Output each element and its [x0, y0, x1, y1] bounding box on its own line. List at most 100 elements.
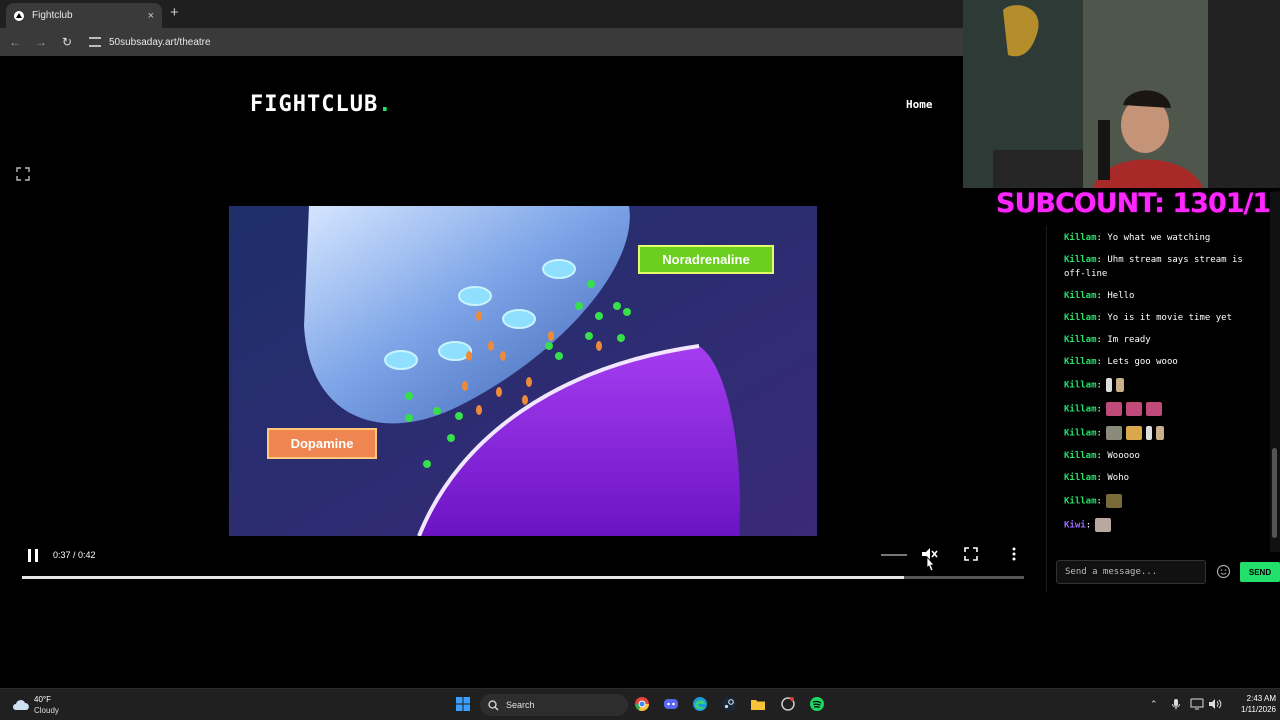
chat-message: Killam: — [1064, 378, 1124, 393]
clock-date[interactable]: 1/11/2026 — [1220, 705, 1276, 714]
chat-text: Yo is it movie time yet — [1107, 313, 1232, 323]
reload-icon[interactable]: ↻ — [56, 35, 78, 49]
site-favicon-icon — [14, 10, 24, 21]
chat-message: Killam: Woho — [1064, 473, 1130, 483]
label-dopamine: Dopamine — [267, 428, 377, 459]
chat-text: Lets goo wooo — [1107, 357, 1178, 367]
chat-divider — [1046, 226, 1047, 592]
chat-username[interactable]: Killam — [1064, 497, 1097, 507]
more-options-icon[interactable] — [1009, 546, 1019, 562]
emote-icon — [1115, 378, 1124, 392]
chat-username[interactable]: Killam — [1064, 451, 1097, 461]
chat-message: Killam: — [1064, 494, 1122, 509]
webcam-feed — [963, 0, 1280, 188]
send-button[interactable]: SEND — [1240, 562, 1280, 582]
back-arrow-icon[interactable]: ← — [4, 35, 26, 49]
emote-icon — [1125, 402, 1142, 416]
volume-slider[interactable] — [881, 554, 907, 556]
chat-username[interactable]: Killam — [1064, 357, 1097, 367]
weather-description[interactable]: Cloudy — [34, 706, 59, 715]
chat-text: Hello — [1107, 291, 1135, 301]
screen: Fightclub × + ← → ↻ 50subsaday.art/theat… — [0, 0, 1280, 720]
webcam-image — [963, 0, 1280, 188]
emote-icon — [1145, 402, 1162, 416]
chat-message: Killam: Yo what we watching — [1064, 233, 1211, 243]
chat-panel: Killam: Yo what we watching Killam: Uhm … — [1048, 227, 1270, 549]
chat-message-input[interactable]: Send a message... — [1056, 560, 1206, 584]
clock-time[interactable]: 2:43 AM — [1232, 694, 1276, 703]
chat-message: Killam: Lets goo wooo — [1064, 357, 1178, 367]
chat-message: Killam: Uhm stream says stream is off-li… — [1064, 255, 1243, 279]
chat-username[interactable]: Killam — [1064, 255, 1097, 265]
chat-username[interactable]: Killam — [1064, 405, 1097, 415]
tray-chevron-up-icon[interactable]: ⌃ — [1150, 699, 1158, 710]
video-progress-bar[interactable] — [22, 576, 1024, 579]
chat-message: Killam: — [1064, 402, 1162, 417]
chat-username[interactable]: Killam — [1064, 335, 1097, 345]
subcount-overlay: SUBCOUNT: 1301/1350 — [996, 188, 1280, 219]
site-logo[interactable]: FIGHTCLUB. — [250, 92, 392, 117]
fullscreen-icon[interactable] — [964, 547, 978, 561]
chat-message: Killam: — [1064, 426, 1164, 441]
logo-dot: . — [378, 92, 393, 117]
label-noradrenaline: Noradrenaline — [638, 245, 774, 274]
emote-icon — [1095, 518, 1112, 532]
pause-icon[interactable] — [27, 549, 39, 562]
discord-icon[interactable] — [663, 696, 679, 712]
search-label: Search — [506, 700, 535, 710]
taskbar: 40°F Cloudy Search ⌃ 2:43 AM 1/11/2026 — [0, 688, 1280, 720]
chat-username[interactable]: Killam — [1064, 313, 1097, 323]
chat-message: Killam: Im ready — [1064, 335, 1151, 345]
chat-scrollbar[interactable] — [1270, 192, 1280, 552]
emote-icon — [1145, 426, 1152, 440]
windows-start-icon[interactable] — [455, 696, 471, 712]
time-display: 0:37 / 0:42 — [53, 550, 96, 560]
tab-close-icon[interactable]: × — [148, 10, 154, 22]
steam-icon[interactable] — [721, 696, 737, 712]
tab-title: Fightclub — [32, 10, 73, 21]
chrome-icon[interactable] — [634, 696, 650, 712]
microphone-icon[interactable] — [1170, 698, 1182, 710]
chat-username[interactable]: Killam — [1064, 473, 1097, 483]
url-text: 50subsaday.art/theatre — [109, 36, 211, 48]
emote-icon — [1105, 494, 1122, 508]
emote-icon — [1105, 378, 1112, 392]
nav-home-link[interactable]: Home — [906, 98, 933, 111]
chat-username[interactable]: Kiwi — [1064, 521, 1086, 531]
chat-username[interactable]: Killam — [1064, 291, 1097, 301]
chat-username[interactable]: Killam — [1064, 381, 1097, 391]
emote-icon — [1105, 402, 1122, 416]
search-icon — [488, 699, 499, 710]
emoji-icon[interactable] — [1216, 564, 1231, 579]
emote-icon — [1105, 426, 1122, 440]
spotify-icon[interactable] — [809, 696, 825, 712]
chat-text: Yo what we watching — [1107, 233, 1211, 243]
logo-text: FIGHTCLUB — [250, 92, 379, 117]
chat-message: Killam: Yo is it movie time yet — [1064, 313, 1232, 323]
chat-username[interactable]: Killam — [1064, 429, 1097, 439]
video-progress-fill — [22, 576, 904, 579]
weather-temperature[interactable]: 40°F — [34, 695, 51, 704]
forward-arrow-icon[interactable]: → — [30, 35, 52, 49]
chat-text: Woho — [1107, 473, 1130, 483]
emote-icon — [1125, 426, 1142, 440]
expand-icon[interactable] — [16, 167, 30, 181]
video-player[interactable]: Noradrenaline Dopamine — [229, 206, 817, 536]
network-icon[interactable] — [1190, 698, 1204, 710]
chat-scrollbar-thumb[interactable] — [1272, 448, 1277, 538]
video-controls: 0:37 / 0:42 — [20, 544, 1026, 580]
chat-message: Killam: Hello — [1064, 291, 1135, 301]
site-settings-icon[interactable] — [89, 37, 101, 47]
file-explorer-icon[interactable] — [750, 696, 766, 712]
edge-icon[interactable] — [692, 696, 708, 712]
mouse-cursor-icon — [926, 556, 935, 572]
address-bar[interactable]: 50subsaday.art/theatre — [80, 32, 980, 52]
chat-message: Kiwi: — [1064, 518, 1112, 533]
chat-message: Killam: Wooooo — [1064, 451, 1140, 461]
app-icon[interactable] — [780, 696, 796, 712]
cloud-icon[interactable] — [11, 697, 31, 711]
taskbar-search[interactable]: Search — [480, 694, 628, 716]
chat-username[interactable]: Killam — [1064, 233, 1097, 243]
browser-tab[interactable]: Fightclub × — [6, 3, 162, 28]
new-tab-button[interactable]: + — [170, 4, 179, 21]
